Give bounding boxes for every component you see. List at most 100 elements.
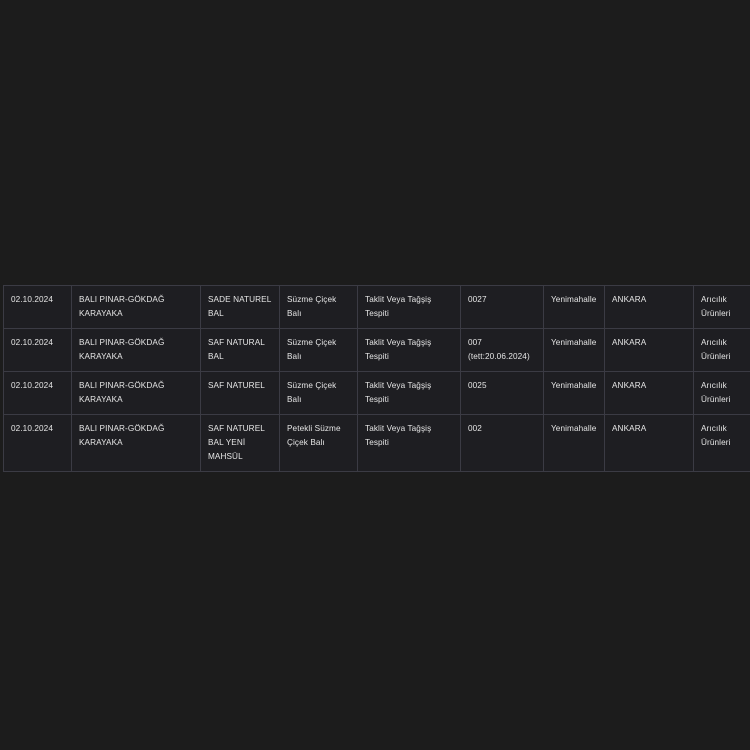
batch-line-1: 0027 [468, 295, 487, 304]
city-text: ANKARA [612, 424, 647, 433]
product-type-line-2: Balı [287, 395, 302, 404]
firm-line-1: BALI PINAR-GÖKDAĞ [79, 381, 165, 390]
city-text: ANKARA [612, 338, 647, 347]
product-line-3: MAHSÜL [208, 452, 243, 461]
inspection-line-1: Taklit Veya Tağşiş [365, 338, 432, 347]
date-text: 02.10.2024 [11, 338, 53, 347]
firm-line-1: BALI PINAR-GÖKDAĞ [79, 338, 165, 347]
category-line-2: Ürünleri [701, 395, 731, 404]
cell-city: ANKARA [604, 414, 694, 472]
cell-city: ANKARA [604, 371, 694, 415]
batch-line-2: (tett:20.06.2024) [468, 352, 530, 361]
cell-firm: BALI PINAR-GÖKDAĞ KARAYAKA [71, 328, 201, 372]
product-type-line-2: Balı [287, 309, 302, 318]
cell-firm: BALI PINAR-GÖKDAĞ KARAYAKA [71, 285, 201, 329]
cell-product-type: Süzme Çiçek Balı [279, 285, 358, 329]
cell-date: 02.10.2024 [3, 285, 72, 329]
cell-inspection-type: Taklit Veya Tağşiş Tespiti [357, 371, 461, 415]
cell-product-type: Süzme Çiçek Balı [279, 371, 358, 415]
cell-product-type: Petekli Süzme Çiçek Balı [279, 414, 358, 472]
product-type-line-1: Süzme Çiçek [287, 295, 337, 304]
product-line-1: SADE NATUREL [208, 295, 272, 304]
cell-product: SAF NATUREL BAL YENİ MAHSÜL [200, 414, 280, 472]
cell-category: Arıcılık Ürünleri [693, 371, 750, 415]
product-line-1: SAF NATUREL [208, 381, 265, 390]
category-line-1: Arıcılık [701, 381, 727, 390]
inspection-line-1: Taklit Veya Tağşiş [365, 295, 432, 304]
firm-line-2: KARAYAKA [79, 352, 123, 361]
district-text: Yenimahalle [551, 295, 597, 304]
firm-line-1: BALI PINAR-GÖKDAĞ [79, 424, 165, 433]
cell-category: Arıcılık Ürünleri [693, 285, 750, 329]
product-type-line-1: Süzme Çiçek [287, 338, 337, 347]
category-line-2: Ürünleri [701, 309, 731, 318]
product-type-line-1: Süzme Çiçek [287, 381, 337, 390]
date-text: 02.10.2024 [11, 295, 53, 304]
cell-category: Arıcılık Ürünleri [693, 414, 750, 472]
city-text: ANKARA [612, 381, 647, 390]
inspection-line-2: Tespiti [365, 395, 389, 404]
cell-firm: BALI PINAR-GÖKDAĞ KARAYAKA [71, 414, 201, 472]
date-text: 02.10.2024 [11, 424, 53, 433]
district-text: Yenimahalle [551, 381, 597, 390]
cell-date: 02.10.2024 [3, 328, 72, 372]
firm-line-2: KARAYAKA [79, 438, 123, 447]
district-text: Yenimahalle [551, 424, 597, 433]
city-text: ANKARA [612, 295, 647, 304]
product-line-2: BAL [208, 352, 224, 361]
cell-district: Yenimahalle [543, 328, 605, 372]
cell-date: 02.10.2024 [3, 414, 72, 472]
table-row[interactable]: 02.10.2024 BALI PINAR-GÖKDAĞ KARAYAKA SA… [3, 414, 750, 472]
taklit-tagsis-tespiti-table: 02.10.2024 BALI PINAR-GÖKDAĞ KARAYAKA SA… [3, 285, 750, 472]
cell-inspection-type: Taklit Veya Tağşiş Tespiti [357, 285, 461, 329]
cell-district: Yenimahalle [543, 285, 605, 329]
product-line-1: SAF NATUREL [208, 424, 265, 433]
cell-product: SADE NATUREL BAL [200, 285, 280, 329]
cell-product: SAF NATUREL [200, 371, 280, 415]
inspection-line-2: Tespiti [365, 438, 389, 447]
product-type-line-1: Petekli Süzme [287, 424, 341, 433]
cell-category: Arıcılık Ürünleri [693, 328, 750, 372]
table-row[interactable]: 02.10.2024 BALI PINAR-GÖKDAĞ KARAYAKA SA… [3, 328, 750, 372]
cell-district: Yenimahalle [543, 414, 605, 472]
cell-city: ANKARA [604, 328, 694, 372]
batch-line-1: 0025 [468, 381, 487, 390]
firm-line-2: KARAYAKA [79, 309, 123, 318]
product-line-2: BAL [208, 309, 224, 318]
batch-line-1: 002 [468, 424, 482, 433]
cell-batch: 0025 [460, 371, 544, 415]
cell-batch: 002 [460, 414, 544, 472]
cell-product: SAF NATURAL BAL [200, 328, 280, 372]
cell-date: 02.10.2024 [3, 371, 72, 415]
table-body: 02.10.2024 BALI PINAR-GÖKDAĞ KARAYAKA SA… [3, 285, 750, 472]
inspection-line-2: Tespiti [365, 309, 389, 318]
inspection-line-1: Taklit Veya Tağşiş [365, 381, 432, 390]
product-type-line-2: Çiçek Balı [287, 438, 325, 447]
inspection-line-2: Tespiti [365, 352, 389, 361]
category-line-2: Ürünleri [701, 438, 731, 447]
firm-line-2: KARAYAKA [79, 395, 123, 404]
product-line-1: SAF NATURAL [208, 338, 265, 347]
inspection-line-1: Taklit Veya Tağşiş [365, 424, 432, 433]
category-line-1: Arıcılık [701, 295, 727, 304]
cell-district: Yenimahalle [543, 371, 605, 415]
district-text: Yenimahalle [551, 338, 597, 347]
category-line-1: Arıcılık [701, 338, 727, 347]
cell-product-type: Süzme Çiçek Balı [279, 328, 358, 372]
cell-city: ANKARA [604, 285, 694, 329]
results-table-container: 02.10.2024 BALI PINAR-GÖKDAĞ KARAYAKA SA… [3, 285, 750, 472]
cell-inspection-type: Taklit Veya Tağşiş Tespiti [357, 328, 461, 372]
cell-firm: BALI PINAR-GÖKDAĞ KARAYAKA [71, 371, 201, 415]
category-line-2: Ürünleri [701, 352, 731, 361]
product-type-line-2: Balı [287, 352, 302, 361]
table-row[interactable]: 02.10.2024 BALI PINAR-GÖKDAĞ KARAYAKA SA… [3, 371, 750, 415]
cell-batch: 007 (tett:20.06.2024) [460, 328, 544, 372]
product-line-2: BAL YENİ [208, 438, 246, 447]
batch-line-1: 007 [468, 338, 482, 347]
page-root: 02.10.2024 BALI PINAR-GÖKDAĞ KARAYAKA SA… [0, 0, 750, 750]
cell-batch: 0027 [460, 285, 544, 329]
category-line-1: Arıcılık [701, 424, 727, 433]
table-row[interactable]: 02.10.2024 BALI PINAR-GÖKDAĞ KARAYAKA SA… [3, 285, 750, 329]
cell-inspection-type: Taklit Veya Tağşiş Tespiti [357, 414, 461, 472]
firm-line-1: BALI PINAR-GÖKDAĞ [79, 295, 165, 304]
